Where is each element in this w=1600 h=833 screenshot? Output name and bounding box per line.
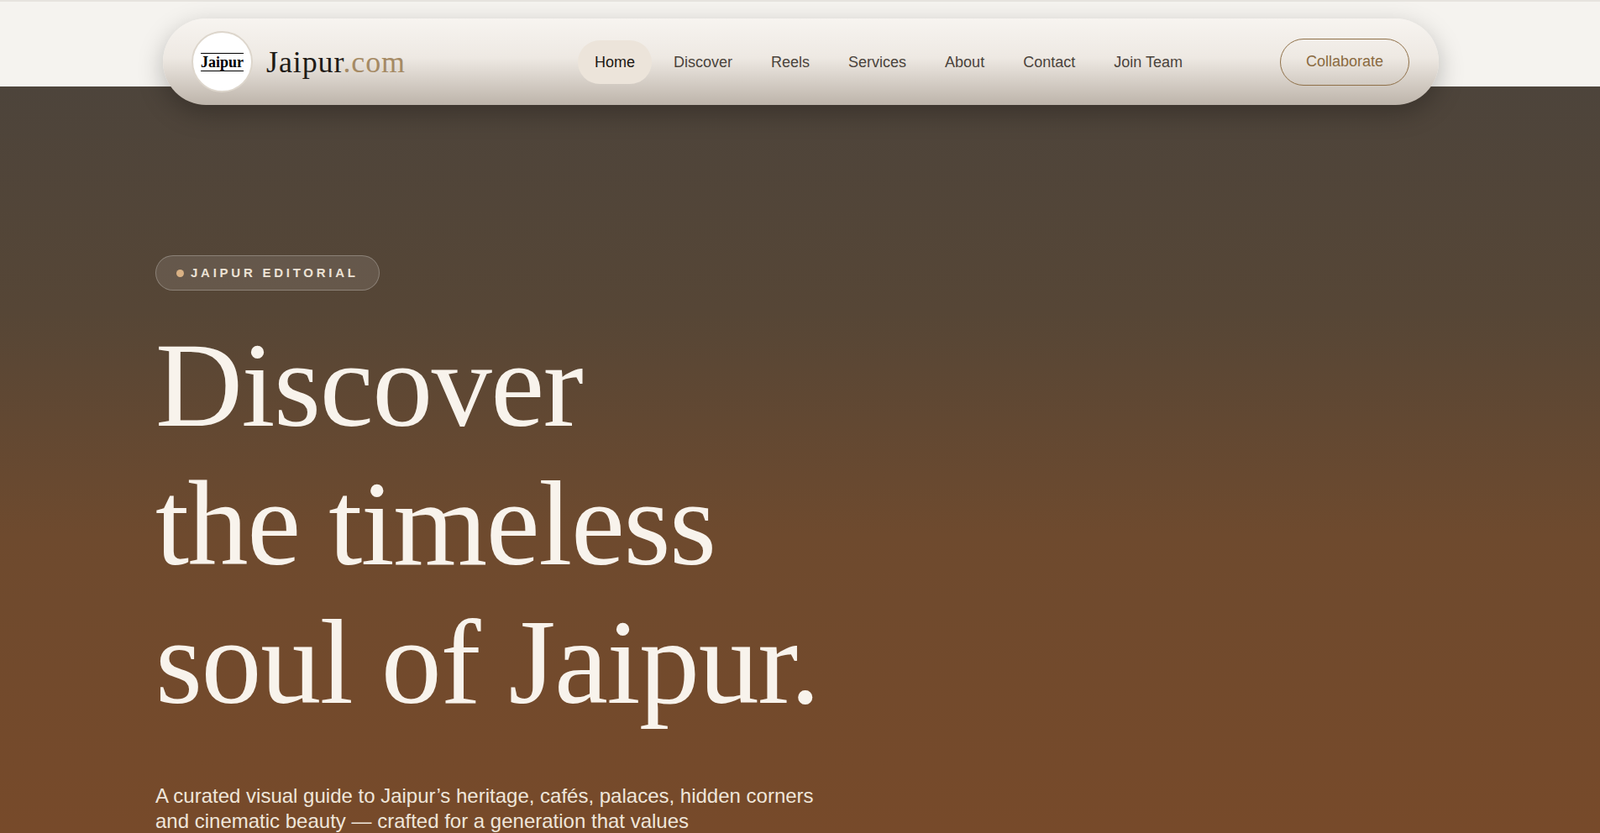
logo-icon: Jaipur xyxy=(191,31,253,93)
page: JAIPUR EDITORIALDiscoverthe timelesssoul… xyxy=(0,0,1600,833)
hero-badge: JAIPUR EDITORIAL xyxy=(155,255,380,291)
hero-description: A curated visual guide to Jaipur’s herit… xyxy=(155,783,845,833)
nav-link[interactable]: Services xyxy=(831,40,924,84)
brand[interactable]: JaipurJaipur.com xyxy=(191,31,578,93)
nav-link[interactable]: Join Team xyxy=(1096,40,1200,84)
badge-dot-icon xyxy=(176,269,184,278)
hero-title-line: the timeless xyxy=(155,454,1600,593)
nav-links: HomeDiscoverReelsServicesAboutContactJoi… xyxy=(577,40,1200,84)
nav-link[interactable]: About xyxy=(928,40,1002,84)
nav-link[interactable]: Reels xyxy=(754,40,827,84)
hero-title: Discoverthe timelesssoul of Jaipur. xyxy=(155,315,1600,732)
navbar: JaipurJaipur.comHomeDiscoverReelsService… xyxy=(162,18,1439,105)
nav-link[interactable]: Home xyxy=(577,40,652,84)
hero: JAIPUR EDITORIAL Discoverthe timelesssoul… xyxy=(0,86,1600,833)
collaborate-button[interactable]: Collaborate xyxy=(1280,38,1410,86)
nav-link[interactable]: Discover xyxy=(656,40,750,84)
nav-link[interactable]: Contact xyxy=(1006,40,1092,84)
hero-title-line: soul of Jaipur. xyxy=(155,592,1600,732)
hero-title-line: Discover xyxy=(155,315,1600,455)
